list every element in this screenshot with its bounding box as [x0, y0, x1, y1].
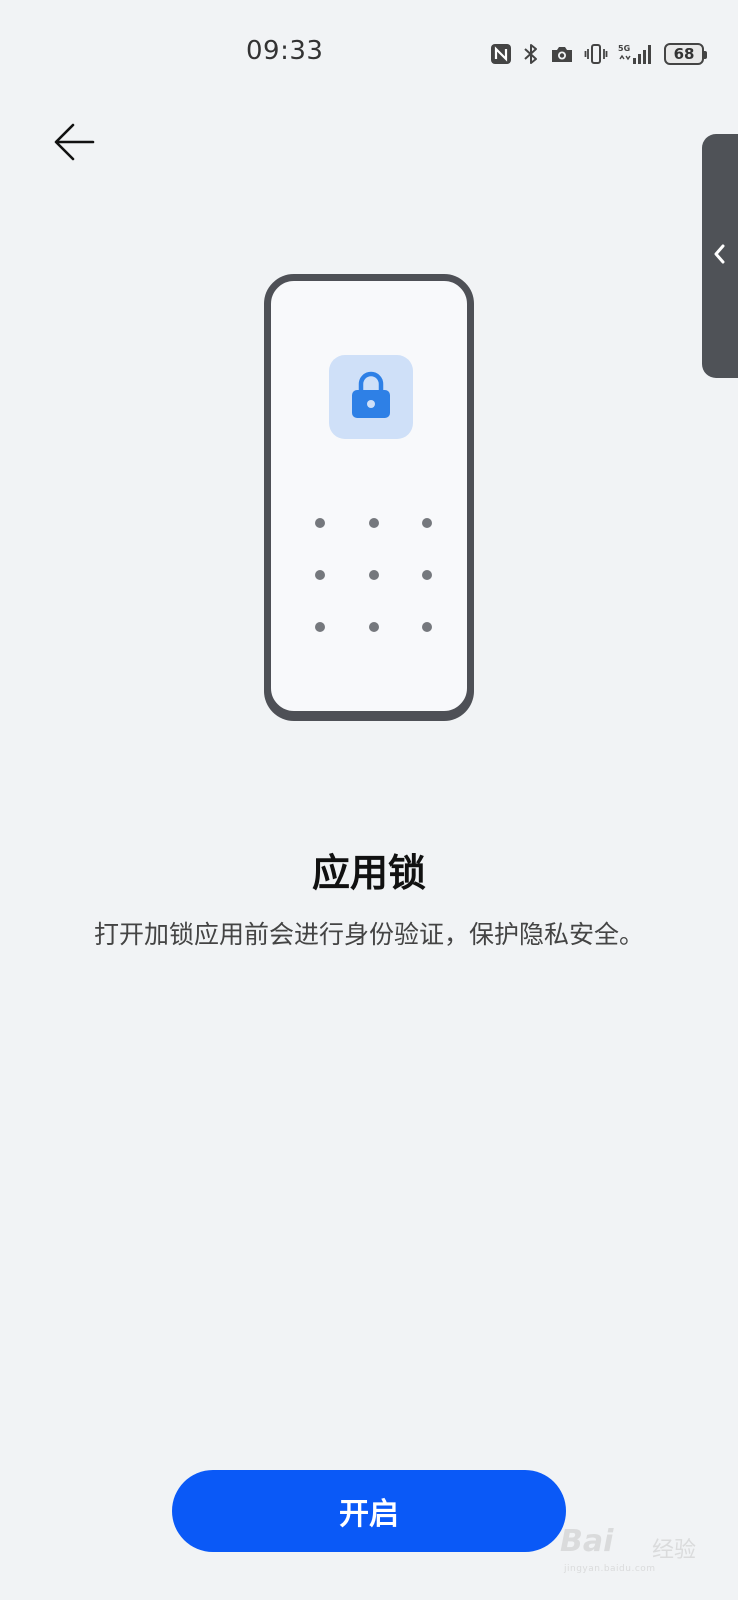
pattern-dot: [422, 622, 432, 632]
svg-text:5G: 5G: [618, 44, 630, 53]
watermark-sub: jingyan.baidu.com: [564, 1564, 656, 1574]
pattern-dot: [422, 570, 432, 580]
battery-level: 68: [673, 45, 695, 63]
watermark-brand: Bai: [560, 1524, 614, 1559]
lock-icon: [349, 370, 393, 424]
pattern-dot: [315, 570, 325, 580]
back-button[interactable]: [46, 116, 102, 172]
pattern-dot-grid: [315, 518, 432, 632]
side-panel-handle[interactable]: [702, 134, 738, 378]
arrow-left-icon: [52, 122, 96, 166]
pattern-dot: [369, 570, 379, 580]
battery-icon: 68: [664, 43, 707, 65]
page-title: 应用锁: [311, 851, 426, 895]
pattern-dot: [369, 622, 379, 632]
camera-icon: [550, 44, 574, 64]
signal-5g-icon: 5G: [618, 42, 654, 66]
page-description: 打开加锁应用前会进行身份验证，保护隐私安全。: [93, 920, 644, 949]
nfc-icon: [490, 43, 512, 65]
status-time: 09:33: [246, 36, 324, 66]
pattern-dot: [422, 518, 432, 528]
phone-illustration: [264, 274, 474, 718]
pattern-dot: [315, 518, 325, 528]
watermark: Bai 经验 jingyan.baidu.com: [560, 1524, 708, 1580]
status-icons: 5G 68: [490, 40, 707, 68]
watermark-text: 经验: [652, 1538, 697, 1563]
pattern-dot: [369, 518, 379, 528]
enable-button[interactable]: 开启: [172, 1470, 566, 1552]
lock-tile: [329, 355, 413, 439]
chevron-left-icon: [712, 243, 728, 269]
vibrate-icon: [584, 42, 608, 66]
bluetooth-icon: [522, 42, 540, 66]
pattern-dot: [315, 622, 325, 632]
status-bar: 09:33 5G 68: [0, 0, 738, 100]
